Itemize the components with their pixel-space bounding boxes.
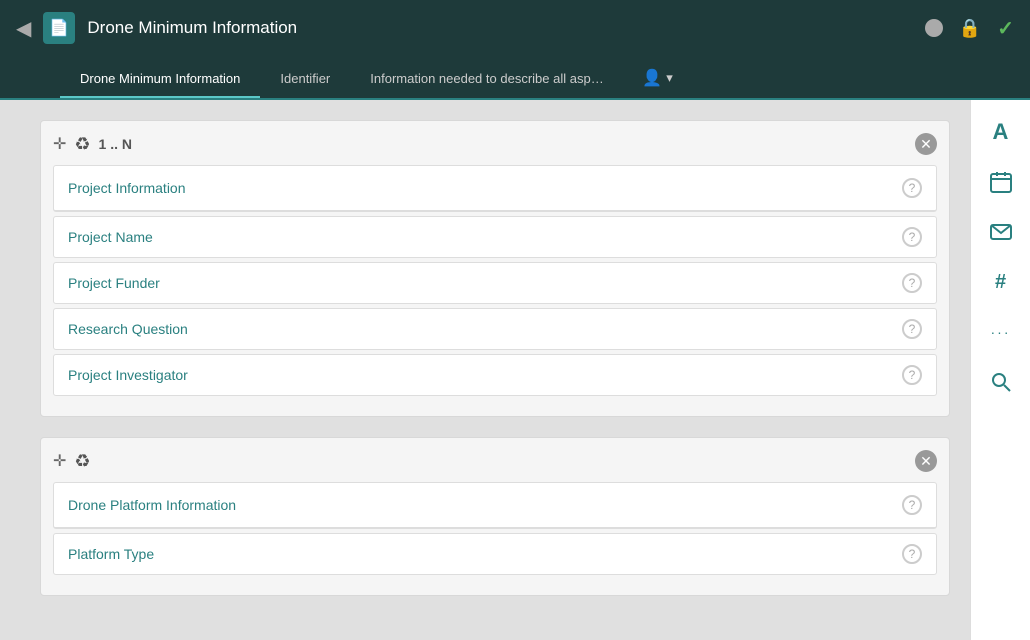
status-circle bbox=[925, 19, 943, 37]
calendar-icon[interactable] bbox=[979, 160, 1023, 204]
main-content: ✛ ♻ 1 .. N ✕ Project Information ? Proje… bbox=[0, 100, 1030, 640]
envelope-icon[interactable] bbox=[979, 210, 1023, 254]
project-investigator-label: Project Investigator bbox=[68, 367, 188, 383]
project-name-help[interactable]: ? bbox=[902, 227, 922, 247]
header-actions: 🔒 ✓ bbox=[925, 16, 1014, 41]
drone-platform-label: Drone Platform Information bbox=[68, 497, 236, 513]
project-investigator-row: Project Investigator ? bbox=[53, 354, 937, 396]
ellipsis-icon[interactable]: ··· bbox=[979, 310, 1023, 354]
section-1-close-button[interactable]: ✕ bbox=[915, 133, 937, 155]
drag-handle-1[interactable]: ✛ bbox=[53, 134, 66, 154]
tab-identifier[interactable]: Identifier bbox=[260, 63, 350, 98]
drone-platform-help[interactable]: ? bbox=[902, 495, 922, 515]
tab-bar: Drone Minimum Information Identifier Inf… bbox=[0, 56, 1030, 100]
multiplicity-1: 1 .. N bbox=[99, 136, 132, 152]
back-button[interactable]: ◀ bbox=[16, 16, 31, 41]
font-icon[interactable]: A bbox=[979, 110, 1023, 154]
chevron-down-icon: ▾ bbox=[666, 70, 673, 86]
project-information-header-row: Project Information ? bbox=[53, 165, 937, 212]
project-funder-row: Project Funder ? bbox=[53, 262, 937, 304]
project-information-label: Project Information bbox=[68, 180, 186, 196]
hash-icon[interactable]: # bbox=[979, 260, 1023, 304]
group-icon-2: ♻ bbox=[74, 451, 90, 472]
lock-icon[interactable]: 🔒 bbox=[959, 18, 981, 39]
project-funder-label: Project Funder bbox=[68, 275, 160, 291]
tab-dropdown[interactable]: 👤 ▾ bbox=[630, 60, 684, 98]
drone-platform-header-row: Drone Platform Information ? bbox=[53, 482, 937, 529]
section-project-information: ✛ ♻ 1 .. N ✕ Project Information ? Proje… bbox=[40, 120, 950, 417]
center-area: ✛ ♻ 1 .. N ✕ Project Information ? Proje… bbox=[0, 100, 970, 640]
section-drone-platform: ✛ ♻ ✕ Drone Platform Information ? Platf… bbox=[40, 437, 950, 596]
page-title: Drone Minimum Information bbox=[87, 18, 912, 38]
tab-information[interactable]: Information needed to describe all aspec… bbox=[350, 63, 630, 98]
research-question-help[interactable]: ? bbox=[902, 319, 922, 339]
project-funder-help[interactable]: ? bbox=[902, 273, 922, 293]
platform-type-label: Platform Type bbox=[68, 546, 154, 562]
search-icon[interactable] bbox=[979, 360, 1023, 404]
project-name-row: Project Name ? bbox=[53, 216, 937, 258]
platform-type-help[interactable]: ? bbox=[902, 544, 922, 564]
section-2-close-button[interactable]: ✕ bbox=[915, 450, 937, 472]
section-1-header: ✛ ♻ 1 .. N ✕ bbox=[53, 133, 937, 155]
drag-handle-2[interactable]: ✛ bbox=[53, 451, 66, 471]
group-icon-1: ♻ bbox=[74, 134, 90, 155]
top-bar: ◀ 📄 Drone Minimum Information 🔒 ✓ bbox=[0, 0, 1030, 56]
project-information-help[interactable]: ? bbox=[902, 178, 922, 198]
right-sidebar: A # ··· bbox=[970, 100, 1030, 640]
person-icon: 👤 bbox=[642, 68, 662, 88]
check-icon[interactable]: ✓ bbox=[997, 16, 1014, 41]
section-2-header: ✛ ♻ ✕ bbox=[53, 450, 937, 472]
project-name-label: Project Name bbox=[68, 229, 153, 245]
project-investigator-help[interactable]: ? bbox=[902, 365, 922, 385]
tab-drone-minimum[interactable]: Drone Minimum Information bbox=[60, 63, 260, 98]
research-question-row: Research Question ? bbox=[53, 308, 937, 350]
app-icon: 📄 bbox=[43, 12, 75, 44]
platform-type-row: Platform Type ? bbox=[53, 533, 937, 575]
research-question-label: Research Question bbox=[68, 321, 188, 337]
